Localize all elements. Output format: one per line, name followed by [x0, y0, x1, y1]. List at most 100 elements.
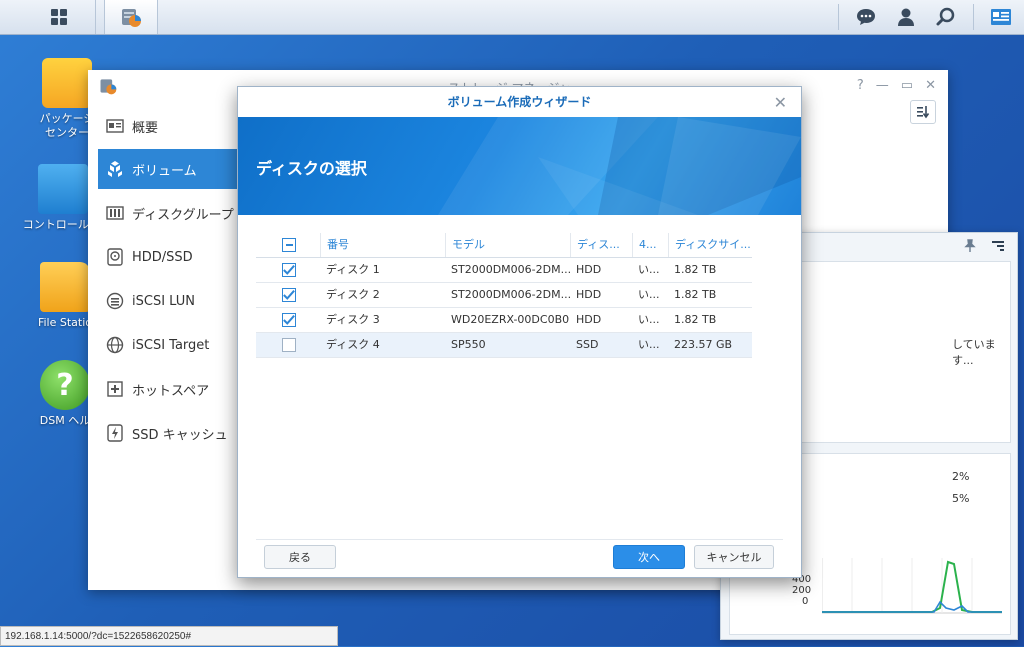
table-row[interactable]: ディスク 2 ST2000DM006-2DM... HDD い... 1.82 …: [256, 283, 752, 308]
grid-icon: [50, 9, 67, 25]
checkmark-icon: [283, 315, 295, 325]
volume-wizard-dialog: ボリューム作成ウィザード ✕ ディスクの選択 番号 モデル ディス... 4..…: [237, 86, 802, 578]
wizard-title: ボリューム作成ウィザード: [447, 95, 592, 109]
sidebar-item-overview[interactable]: 概要: [98, 106, 238, 146]
column-header-disk-type[interactable]: ディス...: [570, 233, 632, 257]
taskbar-separator: [838, 4, 839, 30]
column-header-number[interactable]: 番号: [320, 233, 445, 257]
maximize-button[interactable]: ▭: [901, 78, 913, 93]
help-window-button[interactable]: ?: [857, 78, 864, 93]
cell-4k: い...: [638, 288, 660, 301]
cell-4k: い...: [638, 338, 660, 351]
sidebar-item-volume[interactable]: ボリューム: [98, 149, 238, 189]
select-all-cell: [256, 233, 316, 257]
table-header: 番号 モデル ディス... 4... ディスクサイ...: [256, 233, 752, 258]
widget-status-text: しています...: [952, 338, 996, 367]
package-center-icon: [42, 58, 92, 108]
row-checkbox[interactable]: [282, 338, 296, 352]
cell-size: 1.82 TB: [674, 288, 717, 301]
pin-icon[interactable]: [963, 239, 977, 253]
taskbar-storage-manager[interactable]: [104, 0, 158, 34]
select-all-checkbox[interactable]: [282, 238, 296, 252]
back-button[interactable]: 戻る: [264, 545, 336, 569]
column-header-4k[interactable]: 4...: [632, 233, 668, 257]
row-checkbox[interactable]: [282, 313, 296, 327]
ssd-cache-icon: [106, 424, 124, 442]
search-icon: [936, 7, 955, 26]
widget-percent-1: 2%: [952, 470, 970, 483]
disk-table: 番号 モデル ディス... 4... ディスクサイ... ディスク 1 ST20…: [256, 233, 752, 358]
sort-icon: [917, 106, 930, 119]
sidebar-item-hdd-ssd[interactable]: HDD/SSD: [98, 237, 238, 277]
cell-4k: い...: [638, 313, 660, 326]
cell-type: HDD: [576, 288, 602, 301]
hot-spare-icon: [106, 380, 124, 398]
dashboard-icon: [991, 9, 1011, 25]
wizard-banner: ディスクの選択: [238, 117, 801, 215]
storage-manager-sidebar: 概要 ボリューム ディスクグループ HDD/SSD iSCSI LUN iSCS…: [88, 106, 238, 590]
cancel-button[interactable]: キャンセル: [694, 545, 774, 569]
table-row[interactable]: ディスク 1 ST2000DM006-2DM... HDD い... 1.82 …: [256, 258, 752, 283]
user-icon: [898, 8, 914, 26]
taskbar-separator: [973, 4, 974, 30]
chart-tick-label: 200: [792, 585, 812, 596]
cell-number: ディスク 2: [326, 288, 380, 301]
chart-tick-label: 0: [802, 596, 809, 607]
widgets-button[interactable]: [988, 4, 1014, 30]
control-panel-icon: [38, 164, 88, 214]
cell-number: ディスク 1: [326, 263, 380, 276]
cell-number: ディスク 4: [326, 338, 380, 351]
cell-model: WD20EZRX-00DC0B0: [451, 313, 570, 326]
storage-manager-icon: [122, 9, 141, 27]
column-header-model[interactable]: モデル: [445, 233, 570, 257]
cell-type: HDD: [576, 263, 602, 276]
sidebar-item-iscsi-target[interactable]: iSCSI Target: [98, 325, 238, 365]
wizard-close-button[interactable]: ✕: [774, 93, 787, 112]
user-button[interactable]: [893, 4, 919, 30]
iscsi-lun-icon: [106, 292, 124, 310]
cell-type: HDD: [576, 313, 602, 326]
next-button[interactable]: 次へ: [613, 545, 685, 569]
cell-4k: い...: [638, 263, 660, 276]
chat-bubble-icon: [857, 9, 875, 25]
cell-size: 223.57 GB: [674, 338, 733, 351]
sidebar-item-hot-spare[interactable]: ホットスペア: [98, 369, 238, 409]
volume-icon: [106, 160, 124, 178]
storage-manager-icon: [100, 79, 117, 95]
globe-icon: [106, 336, 124, 354]
sidebar-item-ssd-cache[interactable]: SSD キャッシュ: [98, 413, 238, 453]
search-button[interactable]: [933, 4, 959, 30]
close-window-button[interactable]: ✕: [925, 78, 936, 93]
widget-settings-icon[interactable]: [991, 239, 1005, 253]
row-checkbox[interactable]: [282, 263, 296, 277]
cell-model: ST2000DM006-2DM...: [451, 263, 570, 276]
disk-group-icon: [106, 204, 124, 222]
notification-button[interactable]: [853, 4, 879, 30]
cell-model: ST2000DM006-2DM...: [451, 288, 570, 301]
overview-icon: [106, 117, 124, 135]
column-header-size[interactable]: ディスクサイ...: [668, 233, 752, 257]
cell-number: ディスク 3: [326, 313, 380, 326]
taskbar: [0, 0, 1024, 35]
cell-size: 1.82 TB: [674, 313, 717, 326]
widget-percent-2: 5%: [952, 492, 970, 505]
cell-type: SSD: [576, 338, 599, 351]
wizard-footer-divider: [256, 539, 783, 540]
help-icon: ?: [40, 360, 90, 410]
row-checkbox[interactable]: [282, 288, 296, 302]
main-menu-button[interactable]: [22, 0, 96, 34]
checkmark-icon: [283, 265, 295, 275]
table-row[interactable]: ディスク 4 SP550 SSD い... 223.57 GB: [256, 333, 752, 358]
sidebar-item-disk-group[interactable]: ディスクグループ: [98, 193, 238, 233]
table-row[interactable]: ディスク 3 WD20EZRX-00DC0B0 HDD い... 1.82 TB: [256, 308, 752, 333]
sidebar-item-iscsi-lun[interactable]: iSCSI LUN: [98, 281, 238, 321]
cell-model: SP550: [451, 338, 486, 351]
sort-button[interactable]: [910, 100, 936, 124]
wizard-heading: ディスクの選択: [256, 159, 367, 178]
cell-size: 1.82 TB: [674, 263, 717, 276]
minimize-button[interactable]: —: [876, 78, 889, 93]
network-chart: [822, 558, 1002, 614]
checkmark-icon: [283, 290, 295, 300]
browser-status-url: 192.168.1.14:5000/?dc=1522658620250#: [0, 626, 338, 646]
hdd-icon: [106, 248, 124, 266]
